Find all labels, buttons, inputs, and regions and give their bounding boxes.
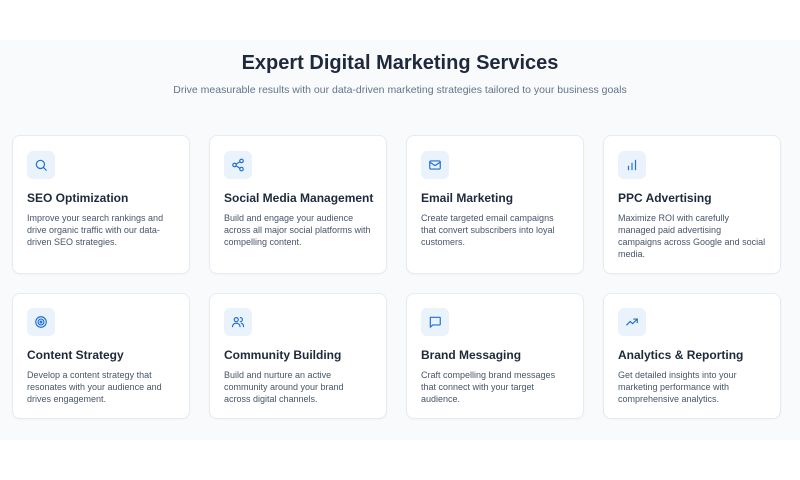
service-description: Build and engage your audience across al…: [224, 213, 371, 247]
service-description: Develop a content strategy that resonate…: [27, 370, 162, 404]
service-card-social-media[interactable]: Social Media Management Build and engage…: [209, 135, 387, 274]
service-title: SEO Optimization: [27, 191, 129, 205]
service-title: Brand Messaging: [421, 348, 522, 362]
service-card-ppc[interactable]: PPC Advertising Maximize ROI with carefu…: [603, 135, 781, 274]
service-title: Analytics & Reporting: [618, 348, 744, 362]
target-icon: [27, 308, 55, 336]
share-icon: [224, 151, 252, 179]
service-title: PPC Advertising: [618, 191, 712, 205]
service-description: Get detailed insights into your marketin…: [618, 370, 737, 404]
page-subtitle: Drive measurable results with our data-d…: [173, 84, 627, 96]
service-title: Community Building: [224, 348, 342, 362]
message-icon: [421, 308, 449, 336]
service-card-seo[interactable]: SEO Optimization Improve your search ran…: [12, 135, 190, 274]
mail-icon: [421, 151, 449, 179]
service-title: Social Media Management: [224, 191, 374, 205]
service-description: Improve your search rankings and drive o…: [27, 213, 164, 247]
search-icon: [27, 151, 55, 179]
service-card-brand-messaging[interactable]: Brand Messaging Craft compelling brand m…: [406, 293, 584, 419]
service-card-community[interactable]: Community Building Build and nurture an …: [209, 293, 387, 419]
service-description: Craft compelling brand messages that con…: [421, 370, 556, 404]
bar-chart-icon: [618, 151, 646, 179]
service-description: Maximize ROI with carefully managed paid…: [618, 213, 766, 259]
service-description: Build and nurture an active community ar…: [224, 370, 344, 404]
trending-up-icon: [618, 308, 646, 336]
services-grid: SEO Optimization Improve your search ran…: [12, 135, 782, 419]
page-title: Expert Digital Marketing Services: [241, 52, 559, 74]
service-description: Create targeted email campaigns that con…: [421, 213, 555, 247]
service-card-analytics[interactable]: Analytics & Reporting Get detailed insig…: [603, 293, 781, 419]
service-card-email[interactable]: Email Marketing Create targeted email ca…: [406, 135, 584, 274]
users-icon: [224, 308, 252, 336]
service-title: Content Strategy: [27, 348, 124, 362]
service-card-content-strategy[interactable]: Content Strategy Develop a content strat…: [12, 293, 190, 419]
service-title: Email Marketing: [421, 191, 514, 205]
